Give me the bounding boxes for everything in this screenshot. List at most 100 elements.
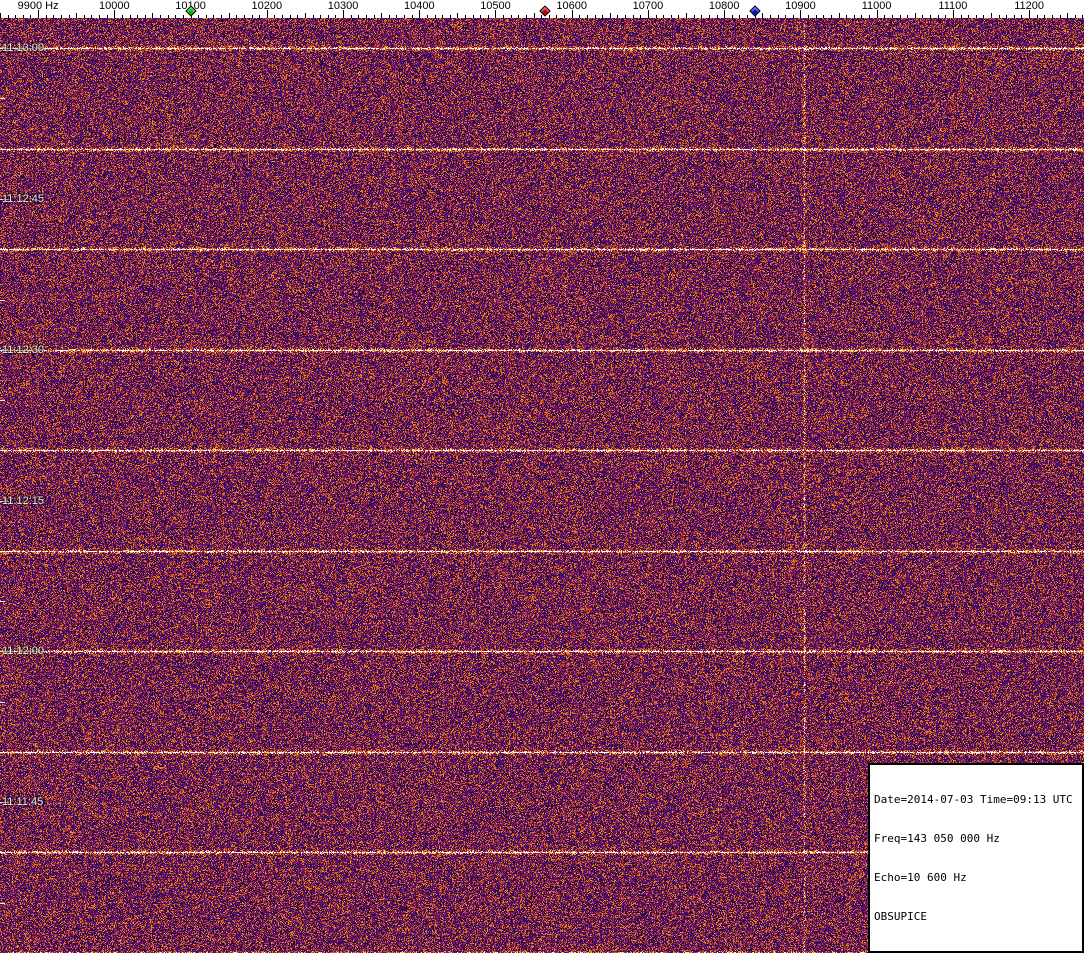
freq-label: 10200	[251, 0, 283, 12]
freq-tick	[84, 15, 85, 18]
freq-tick	[313, 15, 314, 18]
freq-tick	[976, 15, 977, 18]
freq-tick	[694, 15, 695, 18]
freq-tick	[1014, 15, 1015, 18]
freq-tick	[564, 15, 565, 18]
freq-tick	[152, 13, 153, 18]
freq-tick	[579, 15, 580, 18]
blue-diamond-marker-icon[interactable]	[749, 5, 761, 17]
freq-tick	[488, 15, 489, 18]
info-frequency: Freq=143 050 000 Hz	[874, 832, 1000, 845]
freq-tick	[23, 15, 24, 18]
freq-tick	[99, 15, 100, 18]
freq-tick	[922, 15, 923, 18]
freq-tick	[366, 15, 367, 18]
freq-tick	[320, 15, 321, 18]
freq-tick	[145, 15, 146, 18]
freq-tick	[183, 15, 184, 18]
freq-label: 11000	[861, 0, 892, 12]
freq-tick	[991, 13, 992, 18]
freq-tick	[91, 15, 92, 18]
freq-tick	[465, 15, 466, 18]
freq-tick	[122, 15, 123, 18]
freq-tick	[823, 15, 824, 18]
freq-tick	[793, 15, 794, 18]
freq-tick	[1075, 15, 1076, 18]
freq-tick	[206, 15, 207, 18]
freq-tick	[1021, 15, 1022, 18]
freq-tick	[442, 15, 443, 18]
freq-tick	[137, 15, 138, 18]
freq-tick	[480, 15, 481, 18]
freq-tick	[290, 15, 291, 18]
freq-tick	[892, 15, 893, 18]
info-date-time: Date=2014-07-03 Time=09:13 UTC	[874, 793, 1073, 806]
freq-tick	[907, 15, 908, 18]
freq-tick	[244, 15, 245, 18]
freq-tick	[717, 15, 718, 18]
freq-tick	[412, 15, 413, 18]
freq-tick	[221, 15, 222, 18]
freq-label: 10700	[632, 0, 664, 12]
freq-tick	[374, 15, 375, 18]
freq-tick	[961, 15, 962, 18]
freq-tick	[671, 15, 672, 18]
freq-tick	[869, 15, 870, 18]
freq-tick	[473, 15, 474, 18]
freq-tick	[252, 15, 253, 18]
freq-tick	[427, 15, 428, 18]
freq-tick	[160, 15, 161, 18]
freq-tick	[526, 15, 527, 18]
freq-tick	[404, 15, 405, 18]
freq-label: 10900	[785, 0, 816, 12]
freq-label: 10000	[99, 0, 130, 12]
freq-label: 10600	[556, 0, 588, 12]
freq-tick	[808, 15, 809, 18]
freq-tick	[831, 15, 832, 18]
freq-tick	[999, 15, 1000, 18]
freq-tick	[503, 15, 504, 18]
freq-label: 11100	[938, 0, 968, 12]
freq-tick	[701, 15, 702, 18]
freq-tick	[610, 13, 611, 18]
freq-tick	[640, 15, 641, 18]
freq-tick	[983, 15, 984, 18]
freq-tick	[396, 15, 397, 18]
freq-label: 9900 Hz	[17, 0, 59, 12]
freq-tick	[0, 13, 1, 18]
freq-tick	[861, 15, 862, 18]
freq-tick	[335, 15, 336, 18]
freq-tick	[785, 15, 786, 18]
freq-tick	[53, 15, 54, 18]
freq-tick	[846, 15, 847, 18]
freq-tick	[770, 15, 771, 18]
freq-tick	[69, 15, 70, 18]
freq-tick	[282, 15, 283, 18]
freq-tick	[968, 15, 969, 18]
freq-tick	[381, 13, 382, 18]
freq-tick	[854, 15, 855, 18]
freq-tick	[358, 15, 359, 18]
freq-label: 11200	[1014, 0, 1044, 12]
freq-tick	[534, 13, 535, 18]
freq-tick	[595, 15, 596, 18]
freq-tick	[351, 15, 352, 18]
freq-tick	[617, 15, 618, 18]
freq-tick	[76, 13, 77, 18]
freq-tick	[328, 15, 329, 18]
freq-tick	[762, 13, 763, 18]
freq-tick	[274, 15, 275, 18]
freq-tick	[900, 15, 901, 18]
freq-tick	[389, 15, 390, 18]
freq-tick	[1006, 15, 1007, 18]
freq-tick	[884, 15, 885, 18]
freq-tick	[30, 15, 31, 18]
freq-tick	[625, 15, 626, 18]
freq-tick	[236, 15, 237, 18]
freq-tick	[1037, 15, 1038, 18]
freq-tick	[1067, 13, 1068, 18]
freq-label: 10800	[708, 0, 740, 12]
freq-tick	[511, 15, 512, 18]
freq-tick	[107, 15, 108, 18]
freq-tick	[656, 15, 657, 18]
